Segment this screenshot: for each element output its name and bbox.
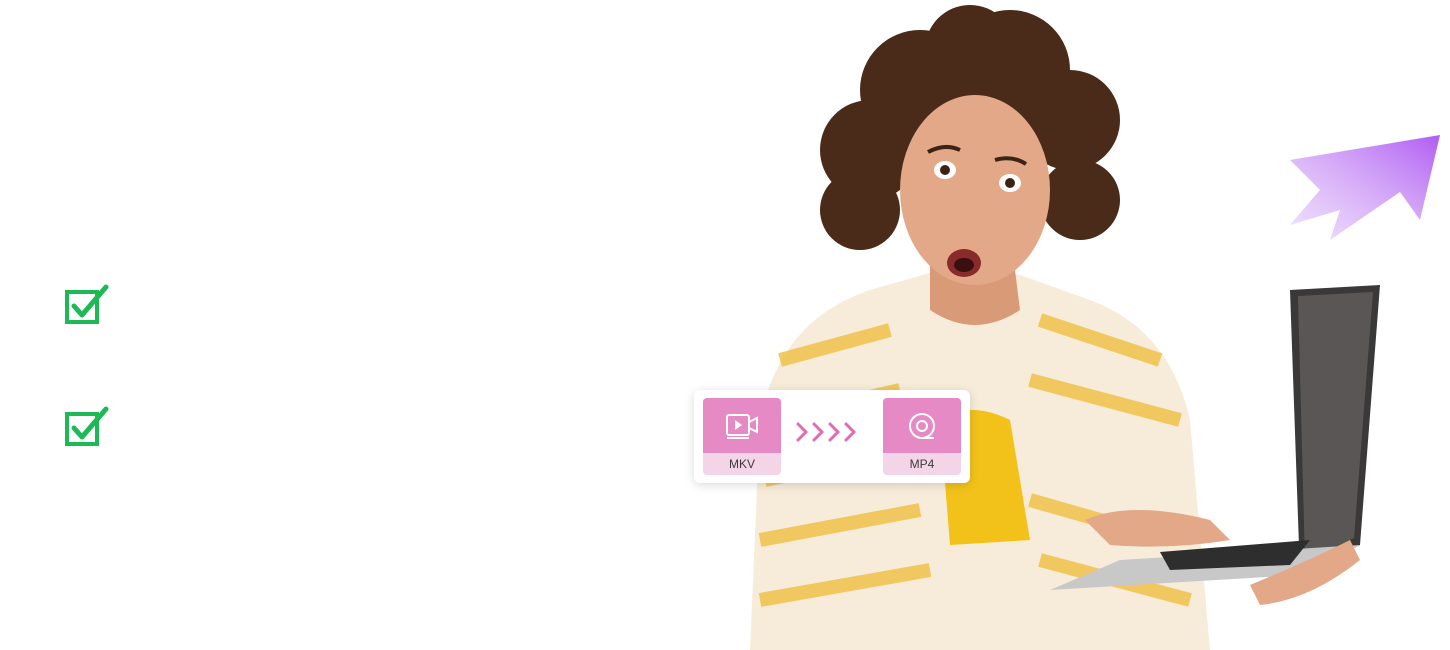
disc-icon [909,412,935,439]
source-format-tile: MKV [703,398,781,475]
hero-image [750,5,1380,650]
conversion-card: MKV MP4 [694,390,970,483]
target-format-label: MP4 [909,457,935,471]
source-format-label: MKV [728,457,755,471]
chevrons-right-icon [796,422,856,442]
target-format-tile: MP4 [883,398,961,475]
landing-page: MKV MP4 [0,0,1450,650]
purple-arrow-icon [1290,135,1440,240]
video-file-icon [726,413,758,439]
check-icon [65,284,109,324]
check-icon [65,406,109,446]
